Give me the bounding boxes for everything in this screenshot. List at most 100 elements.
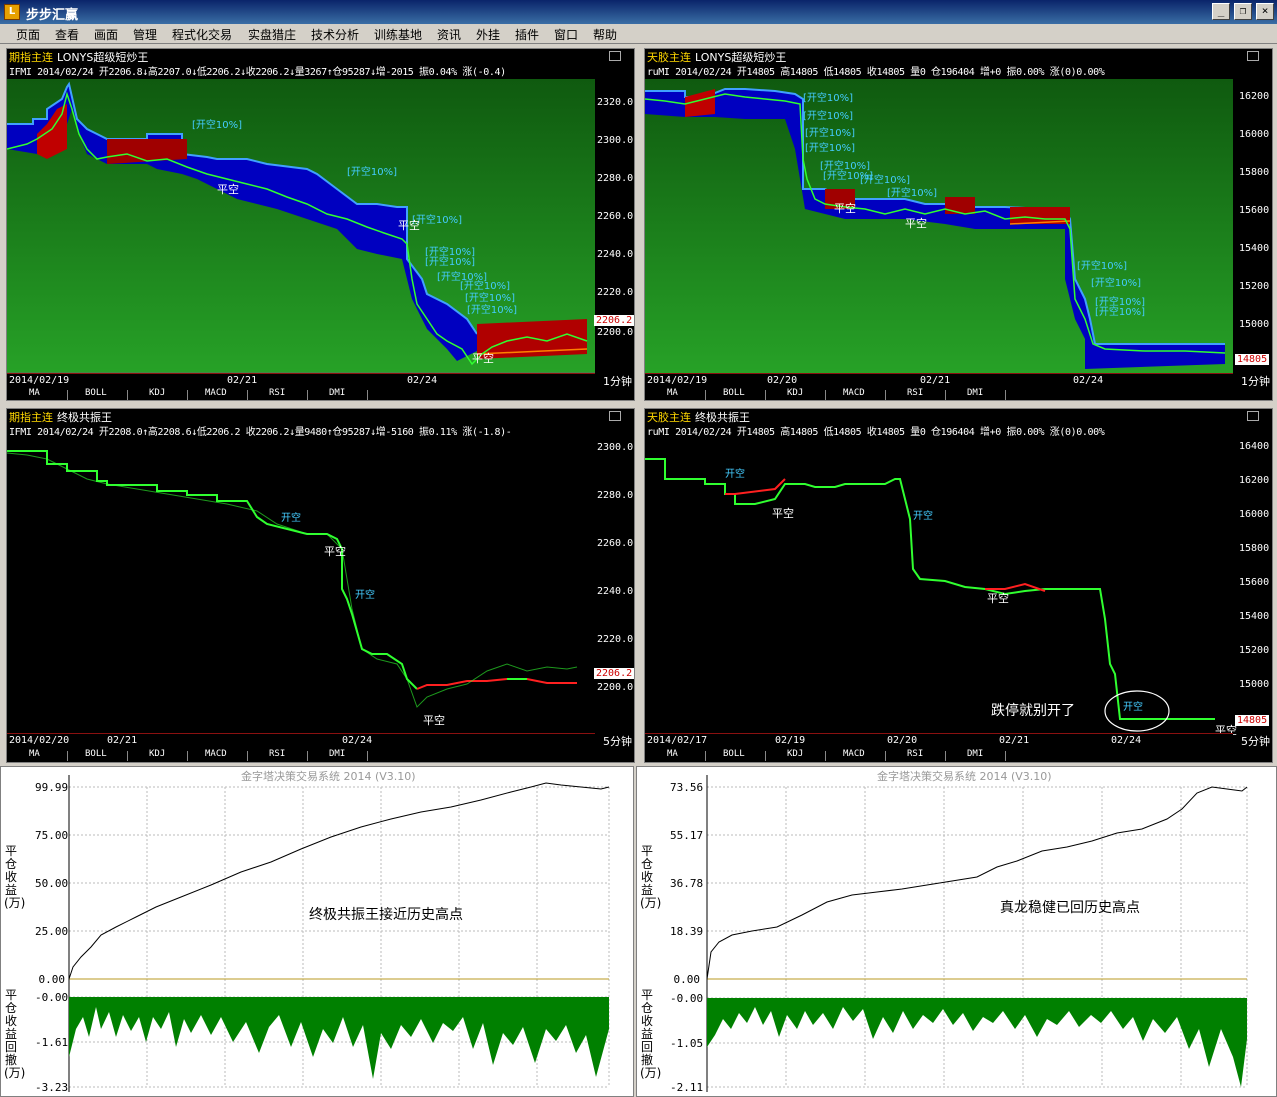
tab-macd[interactable]: MACD (843, 388, 865, 398)
signal-open-short: [开空10%] (192, 120, 243, 131)
y-tick: 2300.0 (597, 135, 634, 146)
equity-chart (68, 775, 610, 1092)
price-chart[interactable] (7, 79, 595, 375)
quote-line: IFMI 2014/02/24 开2208.0↑高2208.6↓低2206.2 … (9, 427, 512, 438)
tab-ma[interactable]: MA (667, 388, 678, 398)
last-price-tag: 14805 (1235, 715, 1270, 726)
signal-open-short: [开空10%] (425, 257, 476, 268)
y-tick: 99.99 (35, 781, 69, 794)
signal-open-short: [开空10%] (1077, 261, 1128, 272)
menu-item-training[interactable]: 训练基地 (374, 26, 422, 43)
dd-tick: -2.11 (670, 1081, 704, 1094)
menu-item-manage[interactable]: 管理 (133, 26, 157, 43)
signal-open-short: [开空10%] (1091, 278, 1142, 289)
tab-macd[interactable]: MACD (205, 388, 227, 398)
y-tick: 2200.0 (597, 327, 634, 338)
signal-open-short: 开空 (1123, 702, 1143, 713)
y-tick: 15600 (1239, 577, 1270, 588)
indicator-tabs: MA BOLL KDJ MACD RSI DMI (645, 749, 1272, 762)
signal-close-short: 平空 (834, 202, 856, 215)
restore-button[interactable]: ❐ (1234, 3, 1252, 20)
menu-item-plugins[interactable]: 插件 (515, 26, 539, 43)
tab-rsi[interactable]: RSI (907, 388, 923, 398)
tab-rsi[interactable]: RSI (907, 749, 923, 759)
title-bar: L 步步汇赢 _ ❐ × (0, 0, 1277, 24)
period-label[interactable]: 1分钟 (603, 373, 632, 389)
date-label: 02/21 (107, 735, 138, 746)
tab-boll[interactable]: BOLL (723, 388, 745, 398)
menu-item-page[interactable]: 页面 (16, 26, 40, 43)
menu-item-technical[interactable]: 技术分析 (311, 26, 359, 43)
price-chart[interactable] (645, 79, 1233, 375)
close-button[interactable]: × (1256, 3, 1274, 20)
menu-item-screen[interactable]: 画面 (94, 26, 118, 43)
menu-item-window[interactable]: 窗口 (554, 26, 578, 43)
dd-tick: -0.00 (35, 991, 69, 1004)
period-label[interactable]: 1分钟 (1241, 373, 1270, 389)
date-label: 02/24 (342, 735, 373, 746)
y-tick: 2280.0 (597, 490, 634, 501)
signal-open-short: [开空10%] (347, 167, 398, 178)
price-chart[interactable] (7, 439, 595, 735)
tab-rsi[interactable]: RSI (269, 749, 285, 759)
tab-dmi[interactable]: DMI (329, 388, 345, 398)
tab-dmi[interactable]: DMI (967, 388, 983, 398)
y-tick: 16000 (1239, 129, 1270, 140)
minimize-button[interactable]: _ (1212, 3, 1230, 20)
tab-boll[interactable]: BOLL (723, 749, 745, 759)
date-label: 2014/02/19 (647, 375, 708, 386)
indicator-tabs: MA BOLL KDJ MACD RSI DMI (7, 749, 634, 762)
chart-panel-rumi-1min[interactable]: 天胶主连 LONYS超级短炒王 ruMI 2014/02/24 开14805 高1… (644, 48, 1273, 401)
tab-ma[interactable]: MA (29, 388, 40, 398)
tab-ma[interactable]: MA (29, 749, 40, 759)
period-label[interactable]: 5分钟 (603, 733, 632, 749)
y-tick: 16200 (1239, 475, 1270, 486)
chart-panel-ifmi-1min[interactable]: 期指主连 LONYS超级短炒王 IFMI 2014/02/24 开2206.8↓高… (6, 48, 635, 401)
tab-macd[interactable]: MACD (843, 749, 865, 759)
maximize-icon[interactable] (609, 51, 621, 61)
tab-kdj[interactable]: KDJ (787, 749, 803, 759)
date-label: 02/24 (1111, 735, 1142, 746)
quote-line: ruMI 2014/02/24 开14805 高14805 低14805 收14… (647, 427, 1105, 438)
signal-open-short: [开空10%] (803, 111, 854, 122)
date-label: 02/24 (407, 375, 438, 386)
signal-close-short: 平空 (217, 183, 239, 196)
signal-close-short: 平空 (772, 507, 794, 520)
tab-ma[interactable]: MA (667, 749, 678, 759)
tab-kdj[interactable]: KDJ (149, 388, 165, 398)
chart-panel-ifmi-5min[interactable]: 期指主连 终极共振王 IFMI 2014/02/24 开2208.0↑高2208.… (6, 408, 635, 763)
date-label: 02/19 (775, 735, 806, 746)
maximize-icon[interactable] (609, 411, 621, 421)
chart-panel-rumi-5min[interactable]: 天胶主连 终极共振王 ruMI 2014/02/24 开14805 高14805 … (644, 408, 1273, 763)
menu-item-view[interactable]: 查看 (55, 26, 79, 43)
period-label[interactable]: 5分钟 (1241, 733, 1270, 749)
maximize-icon[interactable] (1247, 411, 1259, 421)
y-tick: 2260.0 (597, 538, 634, 549)
y-tick: 15800 (1239, 167, 1270, 178)
menu-item-program-trading[interactable]: 程式化交易 (172, 26, 232, 43)
tab-macd[interactable]: MACD (205, 749, 227, 759)
last-price-tag: 2206.2 (594, 315, 634, 326)
y-tick: 16000 (1239, 509, 1270, 520)
tab-dmi[interactable]: DMI (329, 749, 345, 759)
price-chart[interactable] (645, 439, 1233, 735)
indicator-tabs: MA BOLL KDJ MACD RSI DMI (7, 388, 634, 400)
signal-open-short: [开空10%] (803, 93, 854, 104)
menu-item-help[interactable]: 帮助 (593, 26, 617, 43)
y-tick: 73.56 (670, 781, 704, 794)
y-axis-title: 平仓收益(万) (4, 844, 26, 910)
signal-close-short: 平空 (987, 592, 1009, 605)
tab-rsi[interactable]: RSI (269, 388, 285, 398)
tab-kdj[interactable]: KDJ (787, 388, 803, 398)
tab-kdj[interactable]: KDJ (149, 749, 165, 759)
menu-item-live[interactable]: 实盘猎庄 (248, 26, 296, 43)
maximize-icon[interactable] (1247, 51, 1259, 61)
y-tick: 0.00 (38, 973, 66, 986)
menu-item-external[interactable]: 外挂 (476, 26, 500, 43)
tab-dmi[interactable]: DMI (967, 749, 983, 759)
tab-boll[interactable]: BOLL (85, 388, 107, 398)
menu-item-news[interactable]: 资讯 (437, 26, 461, 43)
y-tick: 2320.0 (597, 97, 634, 108)
y-tick: 2240.0 (597, 586, 634, 597)
tab-boll[interactable]: BOLL (85, 749, 107, 759)
